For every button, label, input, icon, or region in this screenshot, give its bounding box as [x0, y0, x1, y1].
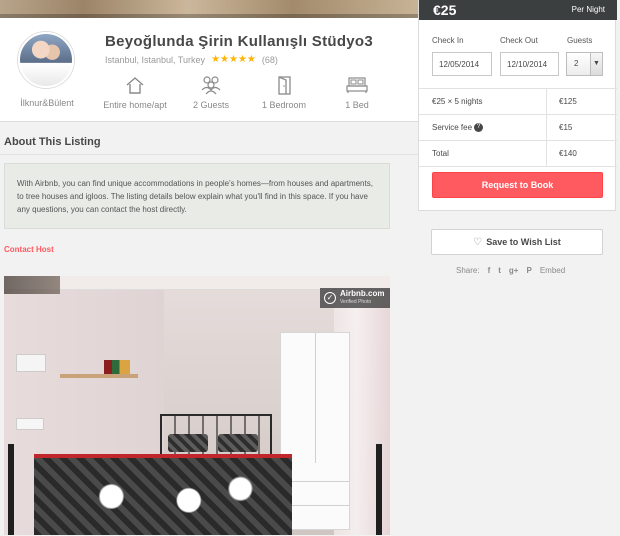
share-label: Share: — [456, 265, 480, 275]
home-icon — [126, 77, 144, 94]
photo-shelf — [60, 374, 138, 378]
row-value: €140 — [559, 149, 577, 158]
photo-corner — [4, 276, 60, 294]
about-heading: About This Listing — [4, 136, 101, 148]
checkout-input[interactable] — [500, 52, 559, 76]
rating-stars: ★★★★★ — [211, 54, 256, 65]
chevron-down-icon[interactable]: ▼ — [590, 53, 602, 75]
info-icon[interactable]: ? — [474, 123, 484, 133]
check-icon: ✓ — [324, 292, 336, 304]
row-value: €15 — [559, 123, 573, 132]
photo-bedpost — [8, 444, 14, 535]
row-label: €25 × 5 nights — [432, 97, 483, 106]
review-count[interactable]: (68) — [262, 55, 278, 65]
badge-subtitle: Verified Photo — [340, 299, 372, 305]
column-divider — [546, 88, 547, 166]
checkin-input[interactable] — [432, 52, 492, 76]
contact-host-link[interactable]: Contact Host — [4, 245, 54, 254]
guests-icon — [201, 76, 221, 95]
googleplus-icon[interactable]: g+ — [509, 266, 519, 275]
location-text[interactable]: Istanbul, Istanbul, Turkey — [105, 55, 205, 65]
guests-value: 2 — [574, 59, 579, 68]
fact-guests: 2 Guests — [176, 74, 246, 110]
fact-bedrooms: 1 Bedroom — [249, 74, 319, 110]
photo-switch — [16, 418, 44, 430]
heart-icon: ♡ — [473, 236, 483, 248]
pinterest-icon[interactable]: P — [526, 266, 531, 275]
price-unit: Per Night — [571, 5, 605, 14]
price-bar: €25 Per Night — [419, 0, 617, 20]
badge-title: Airbnb.com — [340, 289, 385, 298]
verified-photo-badge: ✓ Airbnb.com Verified Photo — [320, 288, 390, 308]
share-bar: Share: f t g+ P Embed — [456, 264, 565, 276]
checkout-label: Check Out — [500, 36, 538, 45]
fact-label: 1 Bedroom — [261, 100, 307, 110]
save-to-wishlist-button[interactable]: ♡ Save to Wish List — [431, 229, 603, 255]
listing-facts: Entire home/apt 2 Guests 1 Bedroom 1 Bed — [100, 74, 400, 114]
row-label-wrap: Service fee? — [432, 115, 484, 141]
photo-books — [104, 360, 130, 374]
photo-bed — [34, 454, 292, 535]
photo-bedpost — [376, 444, 382, 535]
listing-photo[interactable]: ✓ Airbnb.com Verified Photo — [4, 276, 390, 535]
row-label: Service fee — [432, 123, 473, 132]
price-row-nights: €25 × 5 nights €125 — [419, 89, 617, 115]
facebook-icon[interactable]: f — [488, 266, 491, 275]
listing-content: About This Listing With Airbnb, you can … — [0, 123, 418, 536]
location-line: Istanbul, Istanbul, Turkey ★★★★★ (68) — [105, 54, 278, 65]
price-row-total: Total €140 — [419, 141, 617, 167]
guests-label: Guests — [567, 36, 593, 45]
checkin-label: Check In — [432, 36, 464, 45]
embed-link[interactable]: Embed — [540, 266, 565, 275]
row-label: Total — [432, 149, 449, 158]
wishlist-label: Save to Wish List — [486, 237, 561, 247]
about-description: With Airbnb, you can find unique accommo… — [4, 163, 390, 229]
listing-title: Beyoğlunda Şirin Kullanışlı Stüdyo3 — [105, 33, 374, 50]
guests-select[interactable]: 2 ▼ — [566, 52, 603, 76]
row-value: €125 — [559, 97, 577, 106]
photo-thermostat — [16, 354, 46, 372]
fact-label: 1 Bed — [345, 100, 369, 110]
booking-panel: €25 Per Night Check In Check Out Guests … — [418, 0, 617, 211]
photo-pillow — [218, 434, 258, 452]
section-divider — [0, 154, 418, 155]
fact-label: 2 Guests — [192, 100, 230, 110]
twitter-icon[interactable]: t — [498, 266, 501, 275]
fact-label: Entire home/apt — [103, 100, 167, 110]
hero-photo-strip[interactable] — [0, 0, 418, 18]
photo-pillow — [168, 434, 208, 452]
row-divider — [419, 166, 617, 167]
fact-room-type: Entire home/apt — [100, 74, 170, 110]
host-name[interactable]: İlknur&Bülent — [4, 98, 90, 108]
fact-beds: 1 Bed — [322, 74, 392, 110]
request-to-book-button[interactable]: Request to Book — [432, 172, 603, 198]
nightly-price: €25 — [433, 2, 457, 18]
bed-icon — [346, 77, 368, 93]
price-row-service-fee: Service fee? €15 — [419, 115, 617, 141]
listing-summary: İlknur&Bülent Beyoğlunda Şirin Kullanışl… — [0, 18, 418, 122]
host-avatar[interactable] — [18, 32, 74, 88]
door-icon — [278, 76, 291, 95]
